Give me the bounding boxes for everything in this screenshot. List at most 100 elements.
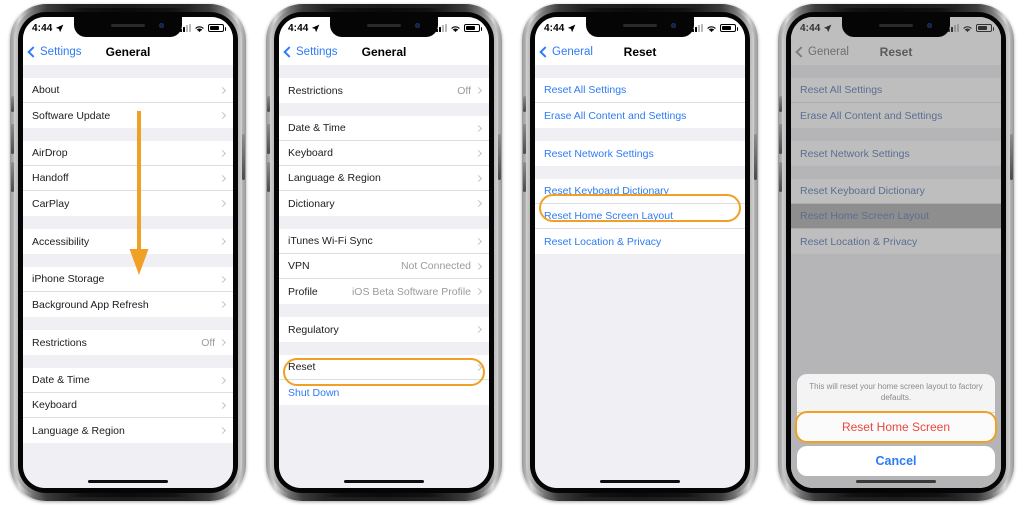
notch xyxy=(74,17,182,37)
list-row[interactable]: Shut Down xyxy=(279,380,489,405)
power-button[interactable] xyxy=(242,134,245,180)
row-label: Software Update xyxy=(32,109,111,122)
reset-home-screen-button[interactable]: Reset Home Screen xyxy=(797,413,995,441)
list-row[interactable]: Reset Home Screen Layout xyxy=(535,204,745,229)
mute-switch[interactable] xyxy=(267,96,270,112)
row-label: Erase All Content and Settings xyxy=(544,109,687,122)
list-row[interactable]: Profile iOS Beta Software Profile xyxy=(279,279,489,304)
list-gap xyxy=(23,65,233,78)
list-row[interactable]: About xyxy=(23,78,233,103)
nav-back-button[interactable]: Settings xyxy=(279,46,338,58)
row-value: Off xyxy=(457,84,471,97)
status-left: 4:44 xyxy=(544,23,576,34)
chevron-right-icon xyxy=(474,237,483,245)
list-row[interactable]: Keyboard xyxy=(23,393,233,418)
status-right xyxy=(180,24,226,33)
row-label: Reset Keyboard Dictionary xyxy=(544,185,669,197)
row-label: CarPlay xyxy=(32,197,70,210)
list-row[interactable]: Restrictions Off xyxy=(279,78,489,103)
mute-switch[interactable] xyxy=(11,96,14,112)
list-gap xyxy=(279,216,489,229)
mute-switch[interactable] xyxy=(779,96,782,112)
row-value: iOS Beta Software Profile xyxy=(351,285,471,298)
front-camera-icon xyxy=(671,23,676,28)
wifi-icon xyxy=(451,25,460,32)
home-indicator[interactable] xyxy=(344,480,424,483)
volume-up-button[interactable] xyxy=(11,124,14,154)
home-indicator[interactable] xyxy=(88,480,168,483)
nav-back-button[interactable]: Settings xyxy=(23,46,82,58)
list-row[interactable]: Date & Time xyxy=(23,368,233,393)
home-indicator[interactable] xyxy=(600,480,680,483)
chevron-right-icon xyxy=(218,86,227,94)
row-label: Reset Location & Privacy xyxy=(544,235,662,248)
list-gap xyxy=(279,103,489,116)
list-row[interactable]: Keyboard xyxy=(279,141,489,166)
list-row[interactable]: Language & Region xyxy=(23,418,233,443)
phone-1: About Software Update AirDrop Handoff Ca… xyxy=(10,4,246,501)
volume-down-button[interactable] xyxy=(523,162,526,192)
list-row[interactable]: Background App Refresh xyxy=(23,292,233,317)
list-row[interactable]: Reset xyxy=(279,355,489,380)
nav-back-label: General xyxy=(552,46,593,58)
list-row[interactable]: Reset Network Settings xyxy=(535,141,745,166)
list-group: Reset Network Settings xyxy=(535,141,745,166)
settings-list[interactable]: Restrictions Off Date & Time Keyboard La… xyxy=(279,65,489,488)
list-row[interactable]: Dictionary xyxy=(279,191,489,216)
chevron-right-icon xyxy=(474,174,483,182)
row-value: Off xyxy=(201,336,215,349)
phone-screen: About Software Update AirDrop Handoff Ca… xyxy=(23,17,233,488)
wifi-icon xyxy=(195,25,204,32)
list-gap xyxy=(279,342,489,355)
list-row[interactable]: Date & Time xyxy=(279,116,489,141)
power-button[interactable] xyxy=(498,134,501,180)
volume-down-button[interactable] xyxy=(779,162,782,192)
list-row[interactable]: Reset Location & Privacy xyxy=(535,229,745,254)
row-label: Reset All Settings xyxy=(544,84,627,96)
front-camera-icon xyxy=(159,23,164,28)
battery-icon xyxy=(464,24,482,32)
nav-back-label: Settings xyxy=(40,46,82,58)
list-row[interactable]: Reset All Settings xyxy=(535,78,745,103)
chevron-right-icon xyxy=(474,199,483,208)
list-group: Date & Time Keyboard Language & Region xyxy=(23,368,233,443)
nav-bar: General Reset xyxy=(535,39,745,65)
phone-screen: Restrictions Off Date & Time Keyboard La… xyxy=(279,17,489,488)
row-label: Handoff xyxy=(32,172,69,184)
volume-up-button[interactable] xyxy=(779,124,782,154)
cancel-button[interactable]: Cancel xyxy=(797,446,995,476)
chevron-right-icon xyxy=(218,111,227,120)
power-button[interactable] xyxy=(754,134,757,180)
location-arrow-icon xyxy=(568,24,576,32)
mute-switch[interactable] xyxy=(523,96,526,112)
volume-up-button[interactable] xyxy=(523,124,526,154)
down-arrow-annotation xyxy=(127,109,151,286)
list-row[interactable]: Regulatory xyxy=(279,317,489,342)
list-row[interactable]: Restrictions Off xyxy=(23,330,233,355)
settings-list[interactable]: Reset All Settings Erase All Content and… xyxy=(535,65,745,488)
list-row[interactable]: Language & Region xyxy=(279,166,489,191)
power-button[interactable] xyxy=(1010,134,1013,180)
row-label: Reset xyxy=(288,361,316,373)
chevron-right-icon xyxy=(218,401,227,409)
volume-down-button[interactable] xyxy=(11,162,14,192)
list-group: Restrictions Off xyxy=(279,78,489,103)
volume-down-button[interactable] xyxy=(267,162,270,192)
list-row[interactable]: iTunes Wi-Fi Sync xyxy=(279,229,489,254)
nav-bar: Settings General xyxy=(23,39,233,65)
row-label: iPhone Storage xyxy=(32,273,105,285)
chevron-right-icon xyxy=(218,426,227,435)
list-gap xyxy=(535,128,745,141)
chevron-left-icon xyxy=(27,46,39,58)
chevron-left-icon xyxy=(539,46,551,58)
list-row[interactable]: Reset Keyboard Dictionary xyxy=(535,179,745,204)
location-arrow-icon xyxy=(56,24,64,32)
chevron-right-icon xyxy=(474,262,483,270)
battery-icon xyxy=(720,24,738,32)
list-row[interactable]: Erase All Content and Settings xyxy=(535,103,745,128)
earpiece-speaker-icon xyxy=(879,24,913,27)
nav-back-button[interactable]: General xyxy=(535,46,593,58)
list-row[interactable]: VPN Not Connected xyxy=(279,254,489,279)
notch xyxy=(330,17,438,37)
volume-up-button[interactable] xyxy=(267,124,270,154)
